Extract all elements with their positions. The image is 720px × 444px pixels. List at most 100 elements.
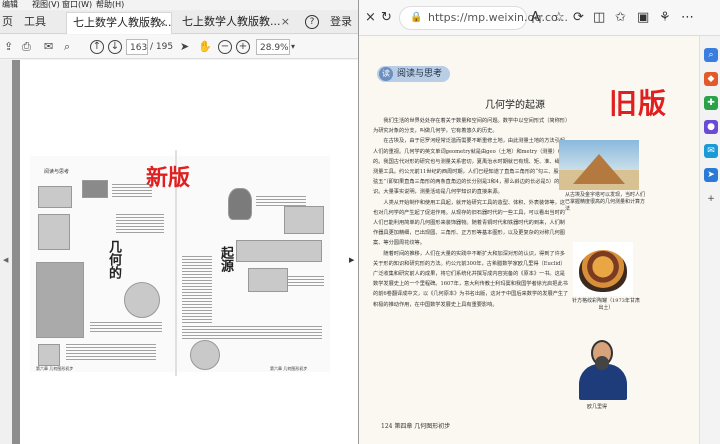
pdf-toolbar: ⇪ ⎙ ✉ ⌕ ↑ ↓ 163 / 195 ➤ ✋ − + 28.9% ▾ xyxy=(0,35,358,59)
expand-left-icon[interactable]: ◀ xyxy=(3,256,8,264)
tab-document-2-label: 七上数学人教版教... xyxy=(182,15,281,28)
paragraph: 在古埃及，由于尼罗河经常泛滥而需要不断重修土地，由此测量土地的方法引起人们的重视… xyxy=(373,138,570,196)
figure-artifact-1 xyxy=(38,186,72,208)
tab-bar: 页 工具 七上数学人教版教... × 七上数学人教版教... × ? 登录 xyxy=(0,10,358,34)
refresh-page-icon[interactable]: ⟳ xyxy=(573,10,584,26)
pdf-reader-window: 编辑 视图(V) 窗口(W) 帮助(H) 页 工具 七上数学人教版教... × … xyxy=(0,0,358,444)
upload-icon[interactable]: ⇪ xyxy=(4,39,13,55)
page-up-icon[interactable]: ↑ xyxy=(90,40,104,54)
page-title-vertical-2: 起源 xyxy=(218,246,233,272)
figure-artifact-9 xyxy=(236,240,322,262)
cursor-icon[interactable]: ➤ xyxy=(180,39,189,55)
close-icon[interactable]: × xyxy=(281,12,290,32)
old-edition-label: 旧版 xyxy=(609,87,668,120)
address-bar[interactable]: 🔒 https://mp.weixin.qq.co... xyxy=(399,6,568,30)
body-text xyxy=(182,256,212,324)
collections-icon[interactable]: ▣ xyxy=(637,10,649,26)
caption-text xyxy=(116,214,164,234)
pottery-caption: 针方格纹彩陶罐（1973年甘肃出土） xyxy=(572,298,640,311)
tab-home[interactable]: 页 xyxy=(2,13,13,31)
caption-text xyxy=(288,276,324,286)
tab-document-2[interactable]: 七上数学人教版教... × xyxy=(176,12,294,34)
left-panel-strip xyxy=(0,60,12,444)
tab-tools[interactable]: 工具 xyxy=(24,13,46,31)
pyramid-caption: 从古埃及金字塔可以发现，当时人们已掌握精度很高的几何测量和计算方法 xyxy=(565,192,646,212)
figure-artifact-10 xyxy=(248,268,288,292)
more-options-icon[interactable]: ⋯ xyxy=(681,10,694,26)
close-icon[interactable]: × xyxy=(158,13,167,33)
section-badge-label: 阅读与思考 xyxy=(397,69,443,79)
help-icon[interactable]: ? xyxy=(305,15,319,29)
article-body: 我们生活的世界处处存在着关于数量和空间的问题。数学中以空间形式（简称形）为研究对… xyxy=(373,116,569,310)
caption-text xyxy=(256,196,306,206)
print-icon[interactable]: ⎙ xyxy=(22,39,31,55)
page-title-vertical-1: 几何的 xyxy=(106,240,121,279)
zoom-in-icon[interactable]: + xyxy=(236,40,250,54)
zoom-level-select[interactable]: 28.9% xyxy=(256,39,290,55)
menu-bar: 编辑 视图(V) 窗口(W) 帮助(H) xyxy=(0,0,358,10)
painted-pottery-photo xyxy=(573,242,633,296)
search-icon[interactable]: ⌕ xyxy=(704,48,718,62)
figure-artifact-6 xyxy=(38,344,60,366)
add-icon[interactable]: + xyxy=(704,192,718,206)
chevron-down-icon[interactable]: ▾ xyxy=(291,39,295,55)
page-down-icon[interactable]: ↓ xyxy=(108,40,122,54)
menu-edit[interactable]: 编辑 xyxy=(2,0,18,10)
figure-artifact-5 xyxy=(124,282,160,318)
outlook-icon[interactable]: ✉ xyxy=(704,144,718,158)
tab-document-1-label: 七上数学人教版教... xyxy=(73,16,172,29)
paragraph: 人类从开始制作和使用工具起，就开始研究工具的造型、体积、外表装饰等，这也对几何学… xyxy=(373,199,565,247)
page-footer-right: 第六章 几何图形初步 xyxy=(270,366,308,371)
tools-icon[interactable]: ✚ xyxy=(704,96,718,110)
zoom-out-icon[interactable]: − xyxy=(218,40,232,54)
body-text xyxy=(182,326,322,340)
search-icon[interactable]: ⌕ xyxy=(64,39,70,55)
browser-toolbar: × ↻ 🔒 https://mp.weixin.qq.co... Aᐧ ☆ ⟳ … xyxy=(359,0,720,36)
euclid-caption: 欧几里得 xyxy=(587,404,608,410)
favorite-icon[interactable]: ☆ xyxy=(553,10,565,26)
browser-sidebar: ⌕ ◆ ✚ ● ✉ ➤ + xyxy=(699,36,720,444)
menu-view[interactable]: 视图(V) xyxy=(32,0,60,10)
new-edition-label: 新版 xyxy=(146,166,191,191)
split-screen-icon[interactable]: ◫ xyxy=(593,10,605,26)
figure-artifact-3 xyxy=(38,214,70,250)
tab-document-1[interactable]: 七上数学人教版教... × xyxy=(66,12,172,34)
figure-artifact-8 xyxy=(284,206,324,234)
caption-text xyxy=(66,344,156,362)
figure-artifact-11 xyxy=(190,340,220,370)
lock-icon: 🔒 xyxy=(410,12,423,23)
games-icon[interactable]: ● xyxy=(704,120,718,134)
hand-icon[interactable]: ✋ xyxy=(198,39,212,55)
browser-window: × ↻ 🔒 https://mp.weixin.qq.co... Aᐧ ☆ ⟳ … xyxy=(358,0,720,444)
shopping-icon[interactable]: ◆ xyxy=(704,72,718,86)
favorites-icon[interactable]: ✩ xyxy=(615,10,626,26)
page-total: / 195 xyxy=(150,42,174,52)
paragraph: 随着时间的推移，人们在大量的实践中不断扩大和加深对形的认识，得到了许多关于形的知… xyxy=(373,250,569,308)
screen: 编辑 视图(V) 窗口(W) 帮助(H) 页 工具 七上数学人教版教... × … xyxy=(0,0,720,444)
book-icon: 读 xyxy=(379,67,393,81)
mail-icon[interactable]: ✉ xyxy=(44,39,53,55)
expand-right-icon[interactable]: ▶ xyxy=(349,256,354,264)
url-text: https://mp.weixin.qq.co... xyxy=(428,11,569,24)
figure-artifact-7 xyxy=(228,188,252,220)
section-badge: 读 阅读与思考 xyxy=(377,66,451,82)
menu-window[interactable]: 窗口(W) xyxy=(62,0,92,10)
pyramid-photo xyxy=(559,140,639,190)
article-content: 读 阅读与思考 几何学的起源 旧版 我们生活的世界处处存在着关于数量和空间的问题… xyxy=(359,36,699,444)
paragraph: 我们生活的世界处处存在着关于数量和空间的问题。数学中以空间形式（简称形）为研究对… xyxy=(373,118,568,135)
page-footer-left: 第六章 几何图形初步 xyxy=(36,366,74,371)
page-number-input[interactable]: 163 xyxy=(126,39,148,55)
refresh-icon[interactable]: ↻ xyxy=(381,10,392,26)
page-footer: 124 第四章 几何图形初步 xyxy=(381,423,451,430)
extensions-icon[interactable]: ⚘ xyxy=(659,10,671,26)
send-icon[interactable]: ➤ xyxy=(704,168,718,182)
login-button[interactable]: 登录 xyxy=(330,13,352,31)
page-header-small: 阅读与思考 xyxy=(44,169,70,175)
menu-help[interactable]: 帮助(H) xyxy=(96,0,124,10)
caption-text xyxy=(90,322,162,332)
euclid-portrait xyxy=(575,336,631,400)
read-aloud-icon[interactable]: Aᐧ xyxy=(531,10,543,26)
close-icon[interactable]: × xyxy=(365,10,376,26)
figure-artifact-4 xyxy=(36,262,84,338)
figure-artifact-2 xyxy=(82,180,108,198)
